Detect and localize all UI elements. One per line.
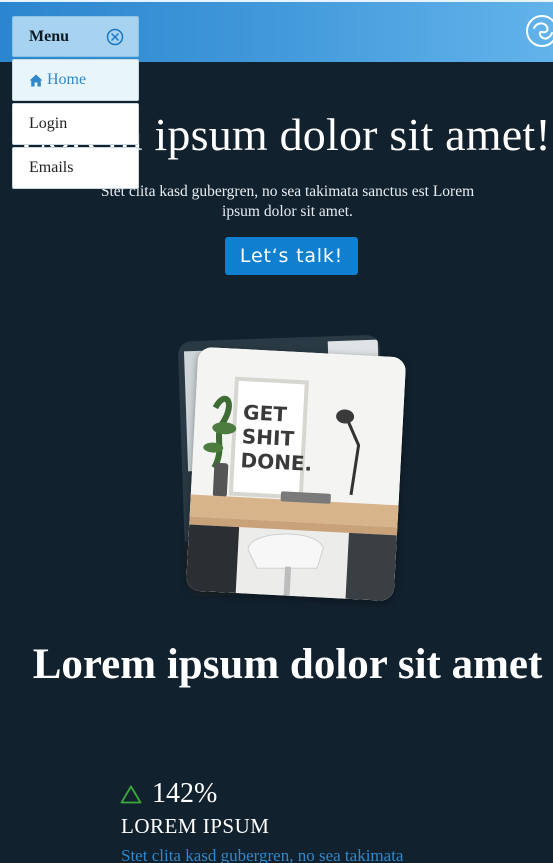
poster-line-2: SHIT <box>241 424 295 451</box>
menu-item-emails[interactable]: Emails <box>12 147 139 189</box>
menu-title: Menu <box>29 27 69 45</box>
hero-image: GET SHIT DONE. <box>177 334 407 602</box>
section-title: Lorem ipsum dolor sit amet <box>32 641 543 688</box>
poster-line-1: GET <box>243 400 288 426</box>
stat-label: LOREM IPSUM <box>121 814 270 838</box>
triangle-up-icon <box>120 785 142 804</box>
menu-item-label: Home <box>47 71 87 88</box>
menu-item-label: Login <box>29 115 68 132</box>
menu-item-label: Emails <box>29 159 74 176</box>
stat-text: Stet clita kasd gubergren, no sea takima… <box>121 846 404 863</box>
menu-header[interactable]: Menu <box>12 16 139 57</box>
desk-photo: GET SHIT DONE. <box>185 346 407 602</box>
lets-talk-button[interactable]: Let‘s talk! <box>225 237 358 275</box>
logo-icon[interactable] <box>525 14 553 48</box>
dropdown-menu: Menu Home Login Emails <box>12 16 139 189</box>
home-icon <box>29 74 43 86</box>
close-icon[interactable] <box>106 28 124 46</box>
hero-subtitle: Stet clita kasd gubergren, no sea takima… <box>100 183 475 220</box>
menu-item-home[interactable]: Home <box>12 59 139 101</box>
poster-line-3: DONE. <box>240 448 313 476</box>
stat-value: 142% <box>152 778 218 809</box>
menu-item-login[interactable]: Login <box>12 103 139 145</box>
